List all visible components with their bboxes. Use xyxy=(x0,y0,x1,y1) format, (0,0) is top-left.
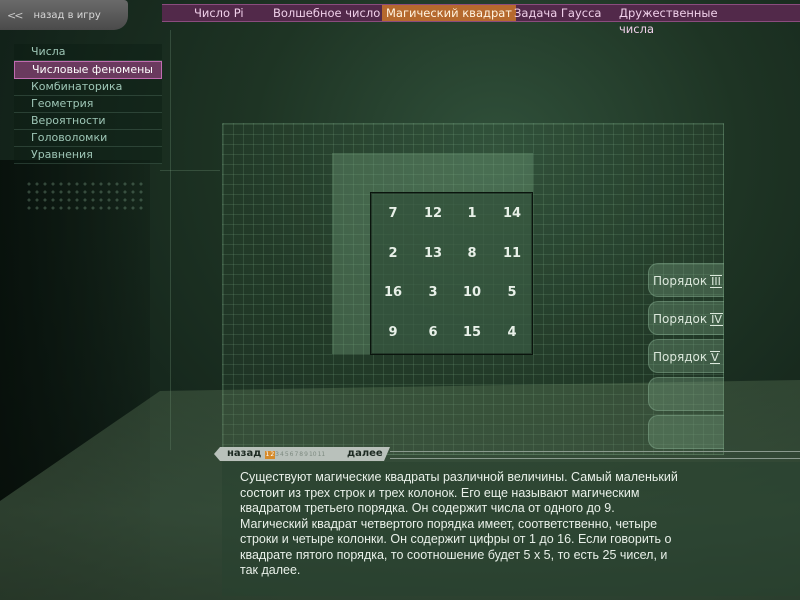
order-label: Порядок xyxy=(653,350,708,364)
prev-page-button[interactable]: назад xyxy=(227,447,261,461)
square-cell: 11 xyxy=(502,246,522,261)
square-cell: 12 xyxy=(423,206,443,221)
menu-item-combinatorics[interactable]: Комбинаторика xyxy=(14,79,162,96)
square-cell: 4 xyxy=(507,325,517,340)
menu-item-equations[interactable]: Уравнения xyxy=(14,147,162,164)
magic-square: 7 12 1 14 2 13 8 11 16 3 10 5 9 6 15 4 xyxy=(370,192,533,355)
square-cell: 3 xyxy=(428,285,438,300)
square-cell: 15 xyxy=(462,325,482,340)
next-page-button[interactable]: далее xyxy=(347,447,383,461)
square-cell: 9 xyxy=(388,325,398,340)
category-menu: Числа Числовые феномены Комбинаторика Ге… xyxy=(14,44,162,164)
square-cell: 5 xyxy=(507,285,517,300)
order-empty-slot xyxy=(648,415,724,449)
double-chevron-left-icon: << xyxy=(7,8,24,22)
tab-amicable-numbers-line2[interactable]: числа xyxy=(619,22,654,36)
back-to-game-button[interactable]: << назад в игру xyxy=(0,0,128,30)
menu-item-numbers[interactable]: Числа xyxy=(14,44,162,61)
tab-magic-number[interactable]: Волшебное число xyxy=(269,5,384,21)
page-navigator: назад 1 2 3 4 5 6 7 8 9 10 11 далее xyxy=(214,447,800,461)
square-cell: 2 xyxy=(388,246,398,261)
square-cell: 6 xyxy=(428,325,438,340)
menu-item-puzzles[interactable]: Головоломки xyxy=(14,130,162,147)
decorative-dots xyxy=(25,180,145,210)
page-link[interactable]: 10 xyxy=(308,451,317,459)
square-cell: 1 xyxy=(467,206,477,221)
description-text: Существуют магические квадраты различной… xyxy=(240,470,678,577)
roman-numeral: V xyxy=(710,351,720,364)
page-numbers: 1 2 3 4 5 6 7 8 9 10 11 xyxy=(265,451,326,459)
square-cell: 7 xyxy=(388,206,398,221)
back-to-game-label: назад в игру xyxy=(33,9,101,21)
menu-item-probability[interactable]: Вероятности xyxy=(14,113,162,130)
menu-item-number-phenomena[interactable]: Числовые феномены xyxy=(14,61,162,79)
tab-magic-square[interactable]: Магический квадрат xyxy=(382,5,516,21)
order-label: Порядок xyxy=(653,312,708,326)
roman-numeral: III xyxy=(710,275,722,288)
order-4-button[interactable]: Порядок IV xyxy=(648,301,724,335)
square-cell: 16 xyxy=(383,285,403,300)
square-cell: 10 xyxy=(462,285,482,300)
decorative-line xyxy=(170,30,171,450)
square-cell: 13 xyxy=(423,246,443,261)
order-3-button[interactable]: Порядок III xyxy=(648,263,724,297)
square-cell: 14 xyxy=(502,206,522,221)
square-cell: 8 xyxy=(467,246,477,261)
pager-rail xyxy=(390,451,800,459)
page-link[interactable]: 11 xyxy=(317,451,326,459)
order-label: Порядок xyxy=(653,274,708,288)
topic-tabs: Число Pi Волшебное число Магический квад… xyxy=(162,4,800,22)
order-empty-slot xyxy=(648,377,724,411)
tab-pi[interactable]: Число Pi xyxy=(190,5,248,21)
roman-numeral: IV xyxy=(710,313,723,326)
tab-gauss-problem[interactable]: Задача Гаусса xyxy=(510,5,605,21)
order-5-button[interactable]: Порядок V xyxy=(648,339,724,373)
menu-item-geometry[interactable]: Геометрия xyxy=(14,96,162,113)
decorative-line xyxy=(160,170,220,171)
tab-amicable-numbers[interactable]: Дружественные xyxy=(615,5,722,21)
